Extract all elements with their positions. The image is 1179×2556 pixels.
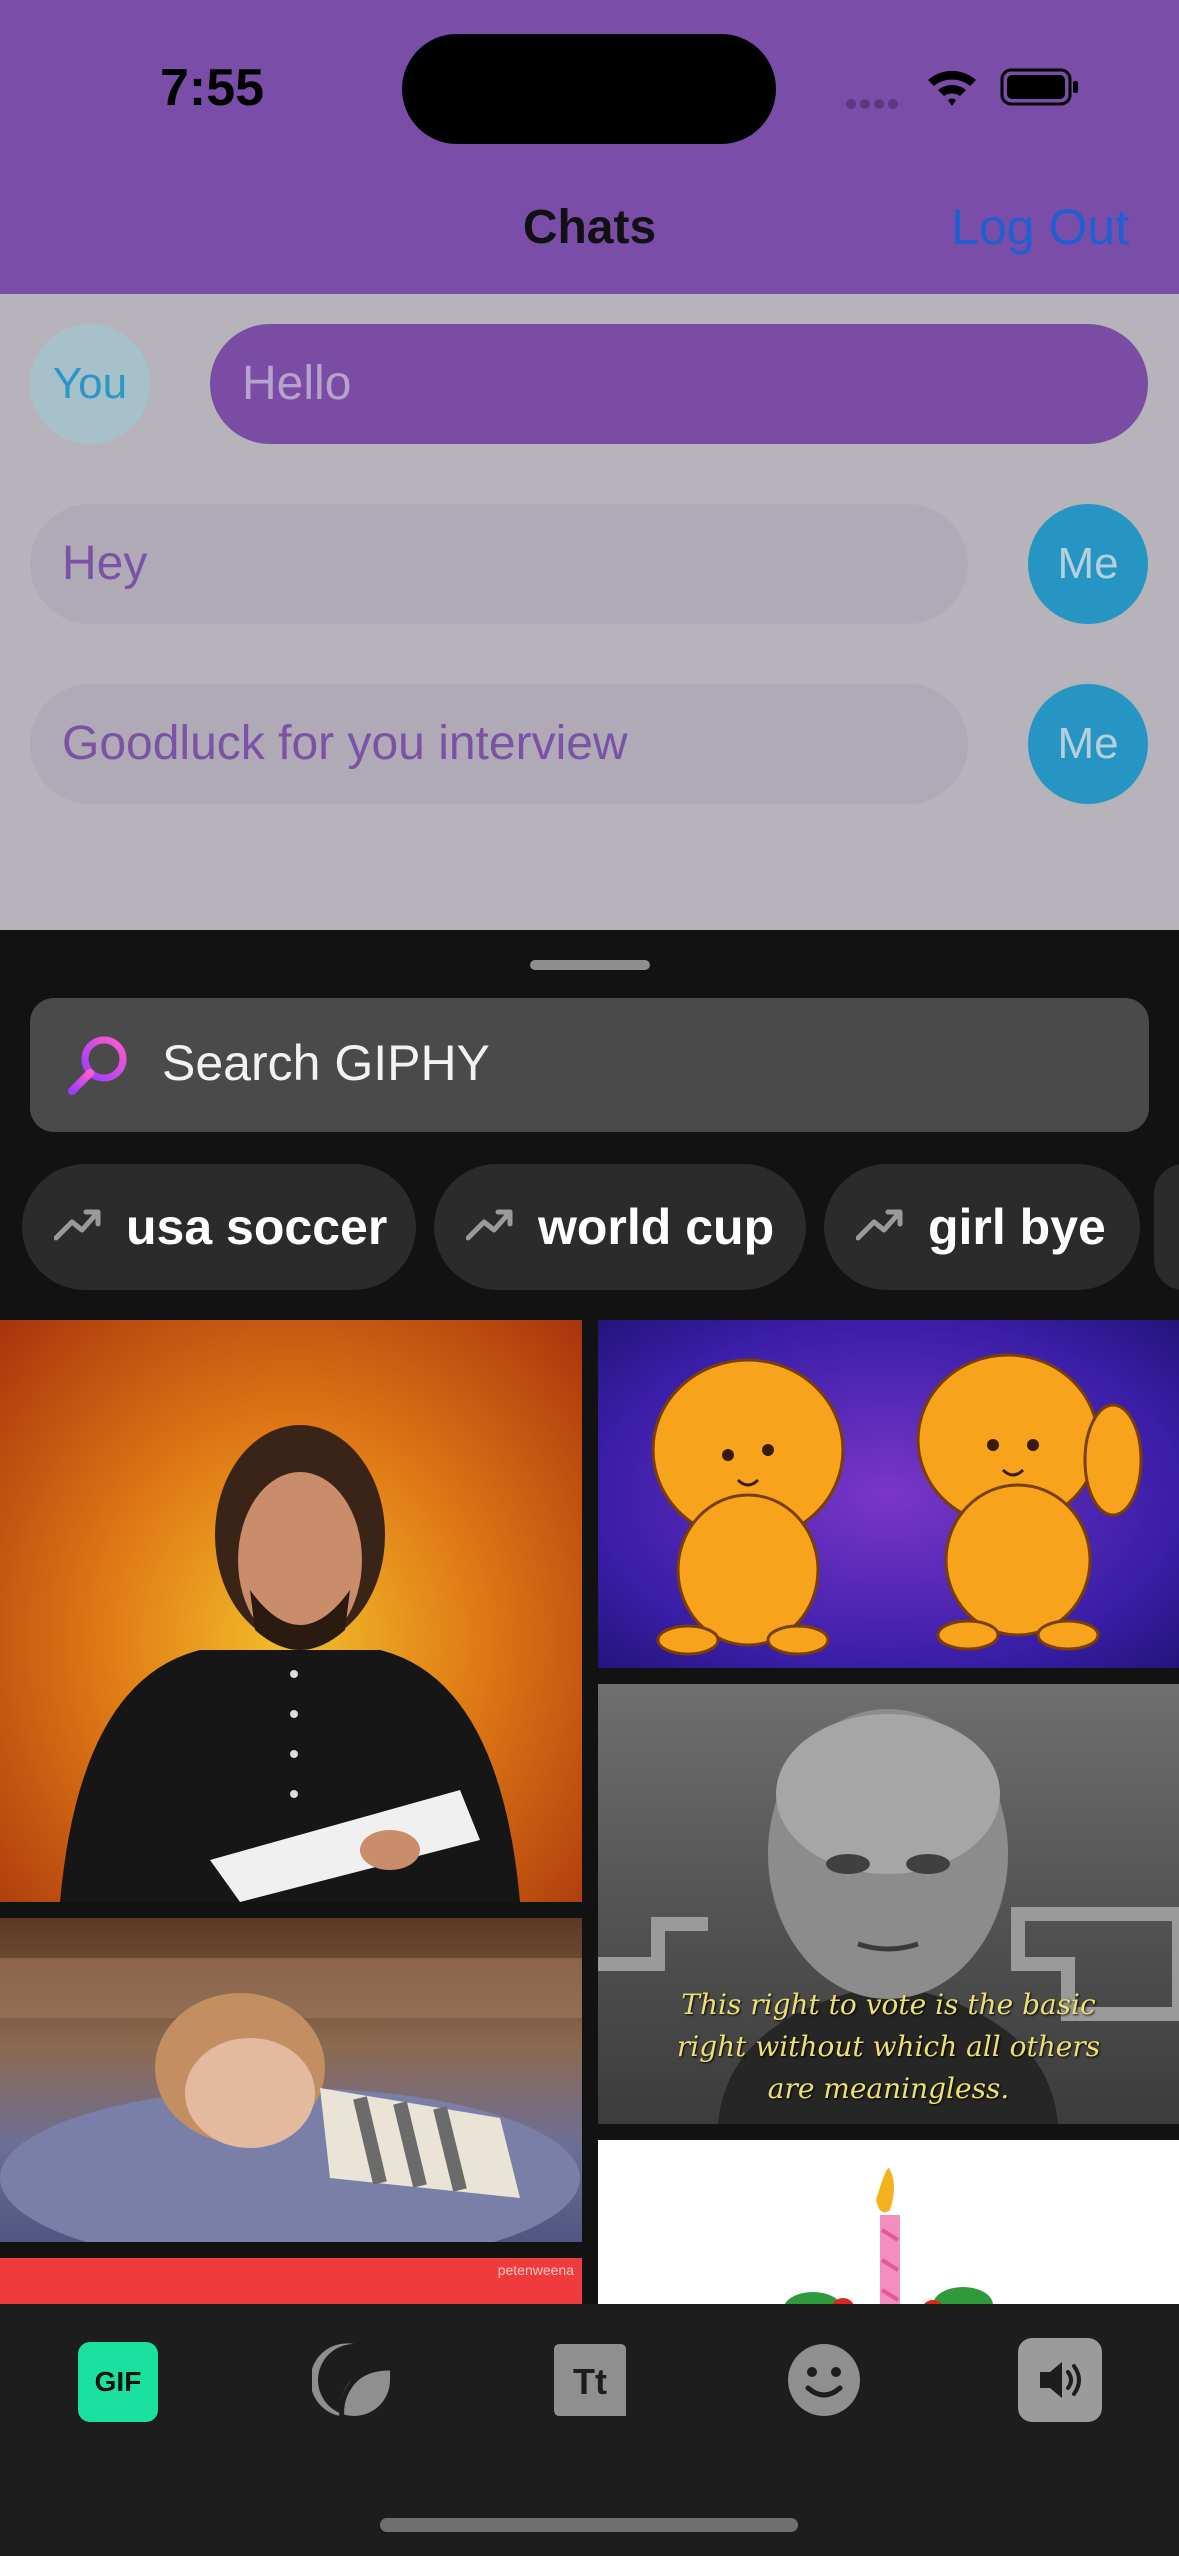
trending-chip-label: usa soccer (126, 1199, 388, 1255)
trending-chip[interactable]: usa soccer (22, 1164, 416, 1290)
emoji-icon[interactable] (782, 2338, 866, 2422)
gif-birthday-candle (784, 2168, 993, 2305)
speaker-icon (1040, 2362, 1081, 2398)
wifi-icon (928, 70, 976, 106)
trending-chips: usa soccer world cup girl bye (22, 1164, 1179, 1290)
gif-tile[interactable] (0, 1320, 582, 1902)
trending-icon (54, 1209, 101, 1241)
giphy-search-input[interactable]: Search GIPHY (30, 998, 1149, 1132)
gif-tile[interactable] (598, 1320, 1179, 1668)
trending-chip[interactable]: world cup (434, 1164, 806, 1290)
home-indicator[interactable] (380, 2518, 798, 2532)
trending-chip-label: girl bye (928, 1199, 1106, 1255)
giphy-toolbar: GIF Tt (0, 2304, 1179, 2556)
trending-chip[interactable] (1154, 1164, 1179, 1290)
gif-grid: petenweena This right to vote is the bas… (0, 1320, 1179, 2305)
battery-icon (1000, 68, 1078, 106)
gif-man-reading-in-fire (60, 1425, 520, 1902)
nav-bar: Chats Log Out (0, 170, 1179, 294)
avatar-you: You (30, 324, 150, 444)
gif-dancing-dogs (651, 1353, 1143, 1656)
status-bar: 7:55 (0, 0, 1179, 170)
gif-tile[interactable]: petenweena (0, 2258, 582, 2305)
trending-chip[interactable]: girl bye (824, 1164, 1140, 1290)
avatar-me: Me (1028, 504, 1148, 624)
chat-list: You Hello Hey Me Goodluck for you interv… (0, 294, 1179, 930)
gif-tab[interactable]: GIF (78, 2342, 158, 2422)
message-bubble-outgoing: Goodluck for you interview (30, 684, 968, 804)
gif-tile[interactable] (0, 1918, 582, 2242)
sound-toggle-button[interactable] (1018, 2338, 1102, 2422)
stickers-icon[interactable] (312, 2338, 396, 2422)
sheet-grabber[interactable] (530, 960, 650, 970)
trending-icon (856, 1209, 903, 1241)
gif-tile[interactable]: This right to vote is the basic right wi… (598, 1684, 1179, 2124)
gif-caption: This right to vote is the basic right wi… (676, 1988, 1101, 2105)
status-time: 7:55 (160, 59, 265, 117)
text-icon[interactable]: Tt (548, 2338, 632, 2422)
trending-chip-label: world cup (538, 1199, 775, 1255)
cellular-signal-icon (846, 96, 906, 109)
message-bubble-outgoing: Hey (30, 504, 968, 624)
avatar-me: Me (1028, 684, 1148, 804)
message-bubble-incoming: Hello (210, 324, 1148, 444)
search-icon (68, 1036, 127, 1095)
gif-watermark: petenweena (497, 2262, 574, 2278)
gif-crying-baby (0, 1958, 582, 2242)
gif-tile[interactable] (598, 2140, 1179, 2305)
dynamic-island (402, 34, 776, 144)
svg-text:Tt: Tt (573, 2361, 607, 2402)
trending-icon (466, 1209, 513, 1241)
search-placeholder: Search GIPHY (162, 1035, 490, 1091)
logout-button[interactable]: Log Out (951, 198, 1129, 256)
